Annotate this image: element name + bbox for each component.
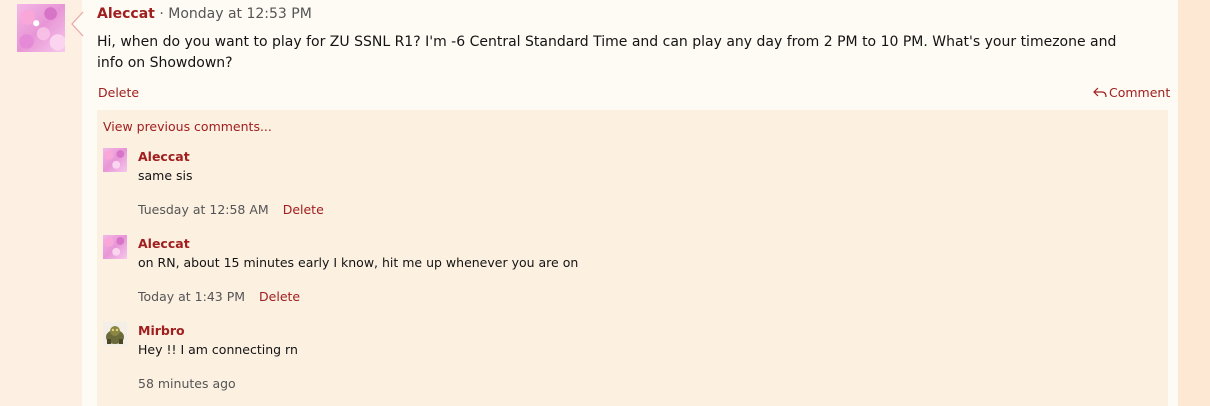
header-separator: · [154,6,169,22]
comment-text: same sis [138,168,193,183]
message-timestamp[interactable]: Monday at 12:53 PM [168,6,312,22]
comment-avatar[interactable] [103,322,127,346]
comment-meta: 58 minutes ago [138,376,236,391]
comment-timestamp[interactable]: 58 minutes ago [138,376,236,391]
comment-author[interactable]: Mirbro [138,323,185,338]
comment-avatar[interactable] [103,235,127,259]
comment-timestamp[interactable]: Today at 1:43 PM [138,289,245,304]
view-previous-comments-link[interactable]: View previous comments... [103,119,272,134]
right-side-band [1178,0,1210,406]
comment-text: Hey !! I am connecting rn [138,342,298,357]
comment-author[interactable]: Aleccat [138,149,190,164]
message-header: Aleccat · Monday at 12:53 PM [97,6,312,22]
comment-text: on RN, about 15 minutes early I know, hi… [138,255,579,270]
comment-meta: Today at 1:43 PM Delete [138,289,300,304]
reply-icon [1093,87,1107,97]
comment-avatar[interactable] [103,148,127,172]
comment-label: Comment [1109,85,1171,100]
comment-author[interactable]: Aleccat [138,236,190,251]
comment-button[interactable]: Comment [1093,85,1170,100]
comments-section: View previous comments... Aleccat same s… [97,110,1168,406]
comment-meta: Tuesday at 12:58 AM Delete [138,202,324,217]
delete-comment-link[interactable]: Delete [259,289,300,304]
delete-message-link[interactable]: Delete [98,85,139,100]
message-pointer-icon [71,11,84,37]
delete-comment-link[interactable]: Delete [283,202,324,217]
message-body: Hi, when do you want to play for ZU SSNL… [97,34,1117,71]
avatar[interactable] [17,4,65,52]
comment-timestamp[interactable]: Tuesday at 12:58 AM [138,202,269,217]
message-author[interactable]: Aleccat [97,6,155,22]
